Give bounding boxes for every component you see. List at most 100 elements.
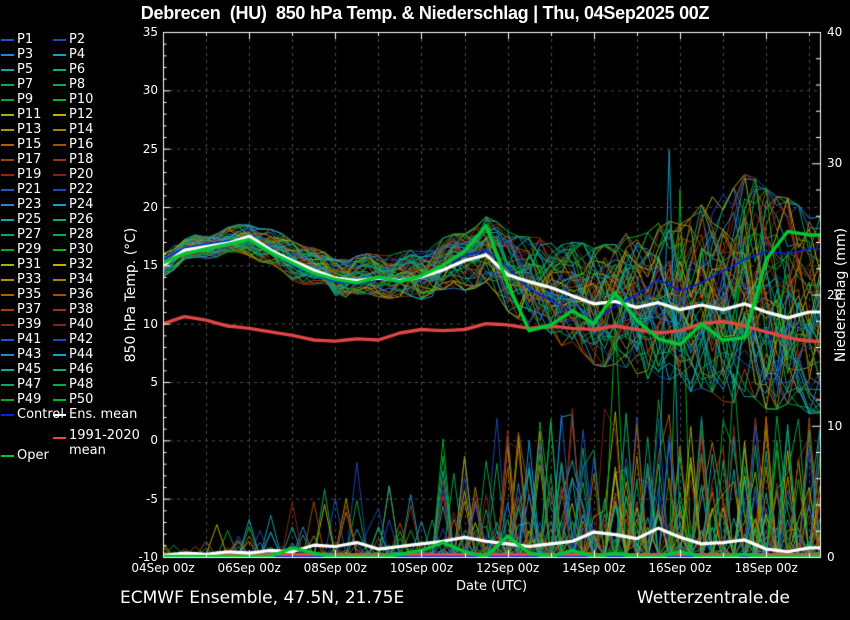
legend-member-P4: P4 (53, 47, 85, 62)
legend-member-P33: P33 (1, 272, 41, 287)
legend-member-P14: P14 (53, 122, 93, 137)
member-line-swatch (1, 309, 14, 311)
legend-member-P38: P38 (53, 302, 93, 317)
legend-member-P17: P17 (1, 152, 41, 167)
member-line-swatch (53, 279, 66, 281)
legend-member-label: P7 (17, 78, 33, 91)
member-line-swatch (1, 264, 14, 266)
member-line-swatch (1, 159, 14, 161)
member-line-swatch (53, 69, 66, 71)
member-line-swatch (53, 309, 66, 311)
x-tick-label: 14Sep 00z (554, 562, 634, 574)
left-tick-label: 0 (118, 434, 158, 446)
right-tick-label: 20 (827, 289, 850, 301)
member-line-swatch (1, 294, 14, 296)
legend-member-label: P31 (17, 258, 41, 271)
legend-member-P34: P34 (53, 272, 93, 287)
member-line-swatch (53, 84, 66, 86)
legend-member-P45: P45 (1, 362, 41, 377)
legend-member-label: P23 (17, 198, 41, 211)
legend-member-label: P33 (17, 273, 41, 286)
legend-member-P28: P28 (53, 227, 93, 242)
member-line-swatch (1, 174, 14, 176)
x-tick-label: 06Sep 00z (209, 562, 289, 574)
member-line-swatch (1, 219, 14, 221)
footer-model-info: ECMWF Ensemble, 47.5N, 21.75E (120, 588, 404, 608)
left-tick-label: 10 (118, 318, 158, 330)
member-line-swatch (1, 339, 14, 341)
legend-member-label: P9 (17, 93, 33, 106)
member-line-swatch (53, 369, 66, 371)
left-tick-label: 25 (118, 143, 158, 155)
legend-member-P27: P27 (1, 227, 41, 242)
left-tick-label: 20 (118, 201, 158, 213)
oper-line-swatch (1, 455, 14, 457)
legend-member-label: P18 (69, 153, 93, 166)
legend-member-label: P6 (69, 63, 85, 76)
legend-member-P35: P35 (1, 287, 41, 302)
legend-member-label: P45 (17, 363, 41, 376)
legend-member-P24: P24 (53, 197, 93, 212)
member-line-swatch (1, 54, 14, 56)
member-line-swatch (53, 114, 66, 116)
member-line-swatch (1, 354, 14, 356)
legend-member-P48: P48 (53, 377, 93, 392)
member-line-swatch (53, 399, 66, 401)
legend-member-P9: P9 (1, 92, 33, 107)
legend-member-P36: P36 (53, 287, 93, 302)
legend-member-P16: P16 (53, 137, 93, 152)
legend-ens-mean-label: Ens. mean (69, 408, 137, 421)
member-line-swatch (53, 129, 66, 131)
legend-member-P26: P26 (53, 212, 93, 227)
x-tick-label: 10Sep 00z (381, 562, 461, 574)
legend-member-label: P1 (17, 33, 33, 46)
member-line-swatch (1, 69, 14, 71)
member-line-swatch (53, 174, 66, 176)
legend-member-label: P42 (69, 333, 93, 346)
legend-oper: Oper (1, 448, 49, 463)
legend-member-P47: P47 (1, 377, 41, 392)
legend-member-P5: P5 (1, 62, 33, 77)
legend-member-P6: P6 (53, 62, 85, 77)
legend-member-label: P2 (69, 33, 85, 46)
member-line-swatch (1, 324, 14, 326)
footer-branding: Wetterzentrale.de (637, 588, 790, 608)
member-line-swatch (53, 264, 66, 266)
member-line-swatch (53, 144, 66, 146)
legend-member-P25: P25 (1, 212, 41, 227)
legend-member-label: P35 (17, 288, 41, 301)
x-tick-label: 12Sep 00z (468, 562, 548, 574)
legend-member-label: P20 (69, 168, 93, 181)
member-line-swatch (1, 369, 14, 371)
chart-title: Debrecen (HU) 850 hPa Temp. & Niederschl… (0, 3, 850, 24)
legend-member-label: P41 (17, 333, 41, 346)
member-line-swatch (1, 99, 14, 101)
left-tick-label: -5 (118, 493, 158, 505)
legend-member-P41: P41 (1, 332, 41, 347)
legend-member-label: P25 (17, 213, 41, 226)
legend-member-label: P3 (17, 48, 33, 61)
right-tick-label: 10 (827, 420, 850, 432)
x-tick-label: 08Sep 00z (295, 562, 375, 574)
control-line-swatch (1, 414, 14, 416)
legend-member-label: P49 (17, 393, 41, 406)
legend-member-P2: P2 (53, 32, 85, 47)
member-line-swatch (53, 354, 66, 356)
legend-ens-mean: Ens. mean (53, 407, 137, 422)
legend-member-label: P5 (17, 63, 33, 76)
right-tick-label: 40 (827, 26, 850, 38)
legend-member-label: P19 (17, 168, 41, 181)
legend-member-label: P36 (69, 288, 93, 301)
member-line-swatch (53, 189, 66, 191)
legend-member-P21: P21 (1, 182, 41, 197)
left-tick-label: 30 (118, 84, 158, 96)
legend-member-label: P22 (69, 183, 93, 196)
legend-member-P37: P37 (1, 302, 41, 317)
right-tick-label: 0 (827, 551, 850, 563)
member-line-swatch (1, 84, 14, 86)
member-line-swatch (53, 99, 66, 101)
legend-member-P42: P42 (53, 332, 93, 347)
legend-member-label: P17 (17, 153, 41, 166)
legend-member-P13: P13 (1, 122, 41, 137)
legend-member-label: P32 (69, 258, 93, 271)
